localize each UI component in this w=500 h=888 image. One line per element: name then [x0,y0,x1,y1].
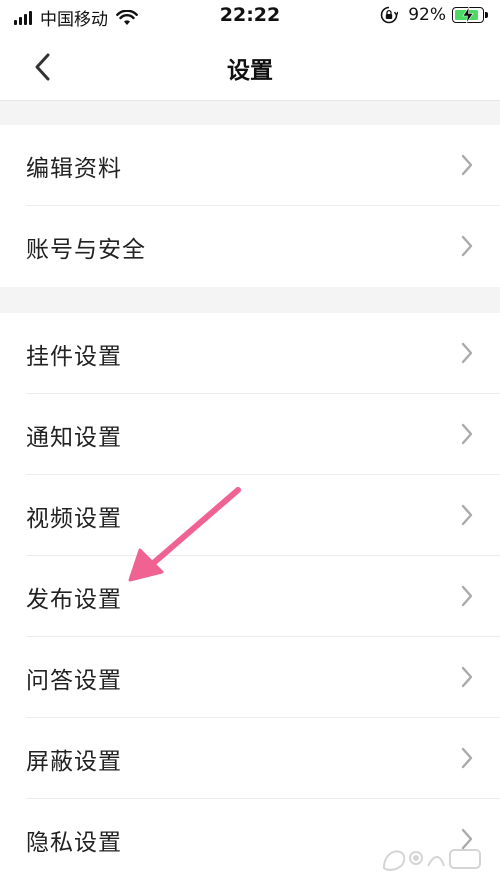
settings-item-pendant[interactable]: 挂件设置 [0,313,500,394]
page-title: 设置 [227,58,273,84]
settings-item-notifications[interactable]: 通知设置 [0,394,500,475]
settings-item-label: 挂件设置 [26,344,122,370]
status-right: 92% [380,5,488,25]
settings-item-label: 账号与安全 [26,237,146,263]
chevron-right-icon [461,666,473,688]
chevron-right-icon [461,585,473,607]
settings-item-label: 发布设置 [26,587,122,613]
chevron-right-icon [461,504,473,526]
battery-cap [485,12,488,18]
settings-item-label: 通知设置 [26,425,122,451]
settings-item-edit-profile[interactable]: 编辑资料 [0,125,500,206]
settings-item-block[interactable]: 屏蔽设置 [0,718,500,799]
settings-item-label: 问答设置 [26,668,122,694]
status-bar: 中国移动 22:22 92% [0,0,500,34]
charging-bolt-icon [462,7,474,23]
chevron-right-icon [461,423,473,445]
orientation-lock-icon [380,6,399,24]
settings-item-label: 隐私设置 [26,830,122,856]
battery-percent: 92% [408,5,446,25]
settings-item-qa[interactable]: 问答设置 [0,637,500,718]
baidu-watermark-logo [382,849,481,871]
section-separator [0,101,500,125]
section-separator [0,287,500,313]
settings-item-video[interactable]: 视频设置 [0,475,500,556]
settings-item-label: 视频设置 [26,506,122,532]
chevron-right-icon [461,235,473,257]
settings-item-label: 编辑资料 [26,156,122,182]
settings-item-publish[interactable]: 发布设置 [0,556,500,637]
chevron-right-icon [461,154,473,176]
settings-item-label: 屏蔽设置 [26,749,122,775]
navigation-bar: 设置 [0,34,500,101]
chevron-right-icon [461,747,473,769]
battery-icon [452,7,484,23]
chevron-right-icon [461,342,473,364]
settings-item-account-security[interactable]: 账号与安全 [0,206,500,287]
